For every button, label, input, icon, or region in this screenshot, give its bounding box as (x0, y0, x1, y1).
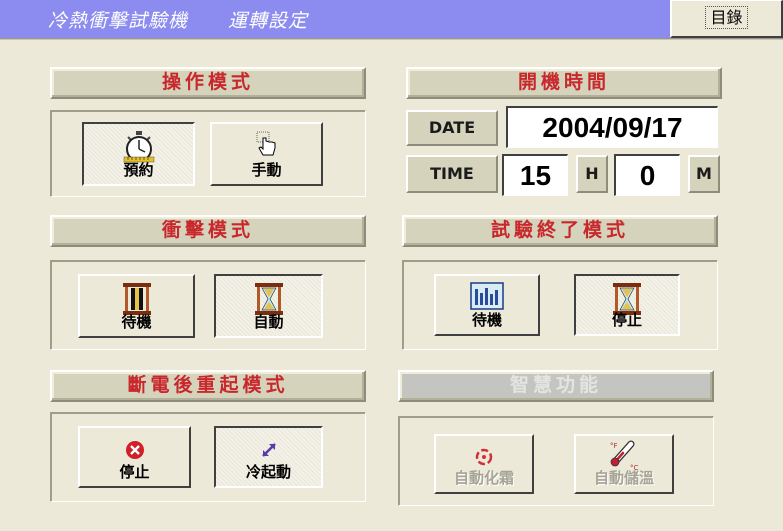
test-end-mode-header: 試驗終了模式 (402, 215, 718, 247)
header-divider (0, 38, 783, 40)
reservation-label: 預約 (123, 161, 154, 179)
power-recovery-header: 斷電後重起模式 (50, 370, 366, 402)
cold-start-button[interactable]: 冷起動 (214, 426, 323, 488)
auto-defrost-button[interactable]: 自動化霜 (434, 434, 534, 494)
operation-mode-header: 操作模式 (50, 67, 366, 99)
svg-text:°F: °F (610, 442, 618, 450)
minute-value[interactable]: 0 (614, 154, 680, 196)
time-label: TIME (406, 155, 498, 193)
hour-unit: H (576, 155, 608, 193)
end-stop-label: 停止 (611, 311, 642, 329)
cold-start-label: 冷起動 (245, 463, 291, 481)
end-standby-button[interactable]: 待機 (434, 274, 540, 336)
app-title: 冷熱衝擊試驗機 運轉設定 (48, 10, 309, 32)
end-standby-label: 待機 (471, 311, 502, 329)
date-label: DATE (406, 110, 498, 146)
title-bar: 冷熱衝擊試驗機 運轉設定 (0, 0, 670, 38)
minute-unit: M (688, 155, 720, 193)
shock-mode-header: 衝擊模式 (50, 215, 366, 247)
shock-auto-button[interactable]: 自動 (214, 274, 323, 338)
auto-temp-storage-label: 自動儲溫 (593, 469, 654, 487)
manual-button[interactable]: 手動 (210, 122, 323, 186)
record-button[interactable]: 目錄 (670, 0, 783, 38)
shock-auto-label: 自動 (253, 313, 284, 331)
date-value[interactable]: 2004/09/17 (506, 106, 718, 148)
end-stop-button[interactable]: 停止 (574, 274, 680, 336)
arrows-icon (261, 443, 276, 457)
recovery-stop-label: 停止 (119, 463, 150, 481)
auto-defrost-label: 自動化霜 (453, 469, 514, 487)
start-time-header: 開機時間 (406, 67, 722, 99)
recovery-stop-button[interactable]: 停止 (78, 426, 191, 488)
auto-temp-storage-button[interactable]: °F °C 自動儲溫 (574, 434, 674, 494)
record-button-label: 目錄 (705, 6, 748, 29)
shock-standby-button[interactable]: 待機 (78, 274, 195, 338)
stop-circle-icon (125, 441, 144, 459)
defrost-icon (475, 448, 493, 466)
shock-standby-label: 待機 (121, 313, 152, 331)
hour-value[interactable]: 15 (502, 154, 568, 196)
manual-label: 手動 (251, 161, 282, 179)
reservation-button[interactable]: 預約 (82, 122, 195, 186)
hand-pointer-icon (256, 131, 275, 156)
smart-functions-header: 智慧功能 (398, 370, 714, 402)
bar-graph-icon (470, 282, 504, 310)
